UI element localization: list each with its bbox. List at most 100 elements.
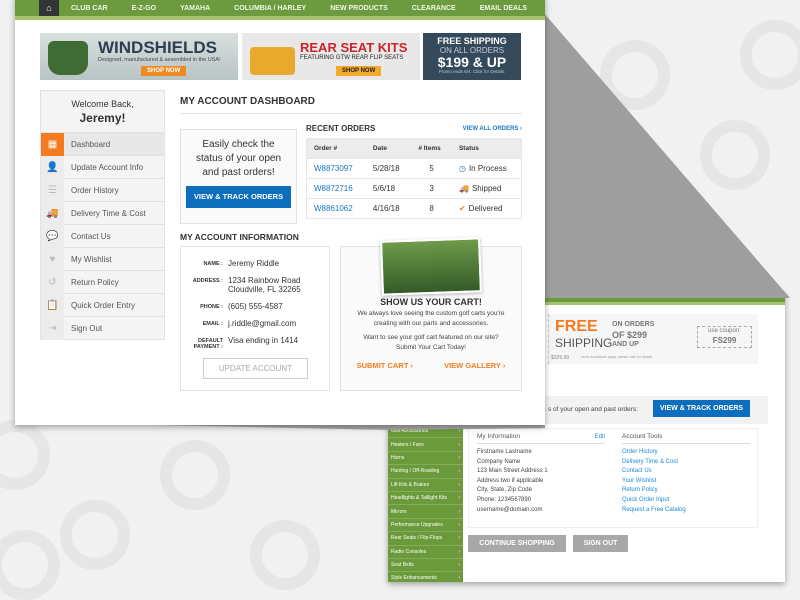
info-value: (605) 555-4587 — [228, 302, 283, 311]
cart-text: Want to see your golf cart featured on o… — [363, 334, 499, 351]
truck-icon: 🚚 — [458, 184, 469, 193]
cart-text: We always love seeing the custom golf ca… — [357, 310, 505, 327]
banner-line: $199 & UP — [437, 54, 507, 70]
order-date: 4/16/18 — [365, 198, 412, 219]
shop-now-button[interactable]: SHOP NOW — [336, 66, 382, 76]
order-number-link[interactable]: W8873097 — [306, 158, 366, 179]
status-text: In Process — [468, 164, 507, 173]
recent-orders: RECENT ORDERS VIEW ALL ORDERS › Order # … — [306, 124, 522, 219]
list-icon: ☰ — [41, 178, 64, 202]
sidebar-item[interactable]: ▦ Dashboard — [41, 132, 164, 156]
grid-icon: ▦ — [41, 132, 64, 156]
info-label: NAME : — [203, 261, 223, 267]
sidebar-item-label: Quick Order Entry — [71, 300, 136, 310]
recent-orders-table: Order # Date # Items Status W8873097 5/28… — [306, 138, 522, 219]
sidebar-item[interactable]: ☰ Order History — [41, 178, 164, 202]
order-status: ◷ In Process — [451, 158, 522, 179]
order-items: 5 — [411, 158, 452, 179]
sidebar-item[interactable]: 📋 Quick Order Entry — [41, 293, 164, 317]
order-status: 🚚 Shipped — [451, 178, 522, 199]
sidebar-item-label: Dashboard — [71, 139, 111, 149]
banner-subtitle: FEATURING GTW REAR FLIP SEATS — [300, 55, 404, 61]
truck-icon: 🚚 — [41, 201, 64, 225]
info-value: Visa ending in 1414 — [228, 336, 299, 345]
view-all-orders-link[interactable]: VIEW ALL ORDERS › — [463, 126, 522, 132]
track-orders-panel: Easily check the status of your open and… — [180, 129, 297, 224]
sidebar-item-label: Order History — [71, 185, 119, 195]
return-icon: ↺ — [41, 270, 64, 294]
clock-icon: ◷ — [458, 164, 466, 173]
view-track-orders-button[interactable]: VIEW & TRACK ORDERS — [186, 186, 291, 208]
info-row: NAME : Jeremy Riddle — [181, 259, 329, 268]
order-number-link[interactable]: W8861062 — [306, 198, 366, 219]
sidebar-item[interactable]: ♥ My Wishlist — [41, 247, 164, 271]
info-value: 1234 Rainbow Road — [228, 276, 301, 285]
sidebar-item-label: Contact Us — [71, 231, 111, 241]
show-cart-panel: SHOW US YOUR CART! We always love seeing… — [340, 237, 522, 391]
sidebar-item[interactable]: 👤 Update Account Info — [41, 155, 164, 179]
cart-photo — [380, 237, 482, 296]
order-number-link[interactable]: W8872716 — [306, 178, 366, 199]
order-date: 5/6/18 — [365, 178, 412, 199]
windshields-banner[interactable]: WINDSHIELDS Designed, manufactured & ass… — [40, 33, 238, 80]
info-label: EMAIL : — [202, 321, 223, 327]
golf-cart-image — [48, 41, 88, 75]
status-text: Delivered — [468, 204, 503, 213]
sidebar-item[interactable]: 🚚 Delivery Time & Cost — [41, 201, 164, 225]
cart-heading: SHOW US YOUR CART! — [380, 297, 482, 307]
info-row: DEFAULT PAYMENT : Visa ending in 1414 — [181, 336, 329, 350]
track-orders-text: Easily check the status of your open and… — [195, 139, 282, 178]
info-label: ADDRESS : — [192, 278, 223, 284]
info-label: PHONE : — [200, 304, 223, 310]
column-header: Date — [365, 138, 412, 159]
golf-cart-image — [250, 47, 295, 75]
welcome-text: Welcome Back, — [71, 99, 134, 109]
order-date: 5/28/18 — [365, 158, 412, 179]
update-account-button[interactable]: UPDATE ACCOUNT — [203, 358, 308, 379]
free-shipping-banner[interactable]: FREE SHIPPING ON ALL ORDERS $199 & UP Pr… — [423, 33, 521, 80]
submit-cart-link[interactable]: SUBMIT CART › — [357, 361, 413, 370]
account-sidebar: Welcome Back, Jeremy! ▦ Dashboard 👤 Update A… — [40, 90, 165, 340]
info-value: j.riddle@gmail.com — [228, 319, 297, 328]
banner-title: WINDSHIELDS — [98, 38, 217, 57]
user-name: Jeremy! — [79, 111, 126, 125]
account-info-panel: NAME : Jeremy Riddle ADDRESS : 1234 Rainbow… — [180, 246, 330, 391]
order-items: 3 — [411, 178, 452, 199]
page-title: MY ACCOUNT DASHBOARD — [180, 96, 522, 114]
column-header: # Items — [411, 138, 452, 159]
sidebar-item-label: Return Policy — [71, 277, 119, 287]
sidebar-item-label: Delivery Time & Cost — [71, 208, 146, 218]
sidebar-item[interactable]: 💬 Contact Us — [41, 224, 164, 248]
info-row: PHONE : (605) 555-4587 — [181, 302, 329, 311]
user-icon: 👤 — [41, 155, 64, 179]
sidebar-item-label: My Wishlist — [71, 254, 112, 264]
table-row: W8872716 5/6/18 3 🚚 Shipped — [306, 178, 522, 199]
sign-out-icon: ⇥ — [41, 316, 64, 340]
table-row: W8873097 5/28/18 5 ◷ In Process — [306, 158, 522, 179]
sidebar-item[interactable]: ⇥ Sign Out — [41, 316, 164, 340]
column-header: Status — [451, 138, 522, 159]
banner-subtitle: Designed, manufactured & assembled in th… — [98, 57, 221, 63]
shop-now-button[interactable]: SHOP NOW — [141, 66, 187, 76]
order-items: 8 — [411, 198, 452, 219]
banner-line: FREE SHIPPING — [437, 36, 507, 46]
info-value: Jeremy Riddle — [228, 259, 280, 268]
view-gallery-link[interactable]: VIEW GALLERY › — [444, 361, 505, 370]
sidebar-item-label: Sign Out — [71, 323, 103, 333]
info-value: Cloudville, FL 32265 — [228, 285, 301, 294]
account-info-heading: MY ACCOUNT INFORMATION — [180, 232, 299, 242]
chat-icon: 💬 — [41, 224, 64, 248]
rear-seat-banner[interactable]: REAR SEAT KITS FEATURING GTW REAR FLIP S… — [242, 33, 420, 80]
heart-icon: ♥ — [41, 247, 64, 271]
check-circle-icon: ✔ — [458, 204, 466, 213]
table-row: W8861062 4/16/18 8 ✔ Delivered — [306, 198, 522, 219]
status-text: Shipped — [471, 184, 502, 193]
order-status: ✔ Delivered — [451, 198, 522, 219]
clipboard-icon: 📋 — [41, 293, 64, 317]
banner-title: REAR SEAT KITS — [300, 40, 408, 55]
sidebar-item[interactable]: ↺ Return Policy — [41, 270, 164, 294]
column-header: Order # — [306, 138, 366, 159]
front-screenshot: ⌂ CLUB CAR E-Z-GO YAMAHA COLUMBIA / HARL… — [15, 0, 545, 425]
recent-orders-heading: RECENT ORDERS — [306, 124, 376, 133]
info-row: ADDRESS : 1234 Rainbow Road Cloudville, FL… — [181, 276, 329, 294]
